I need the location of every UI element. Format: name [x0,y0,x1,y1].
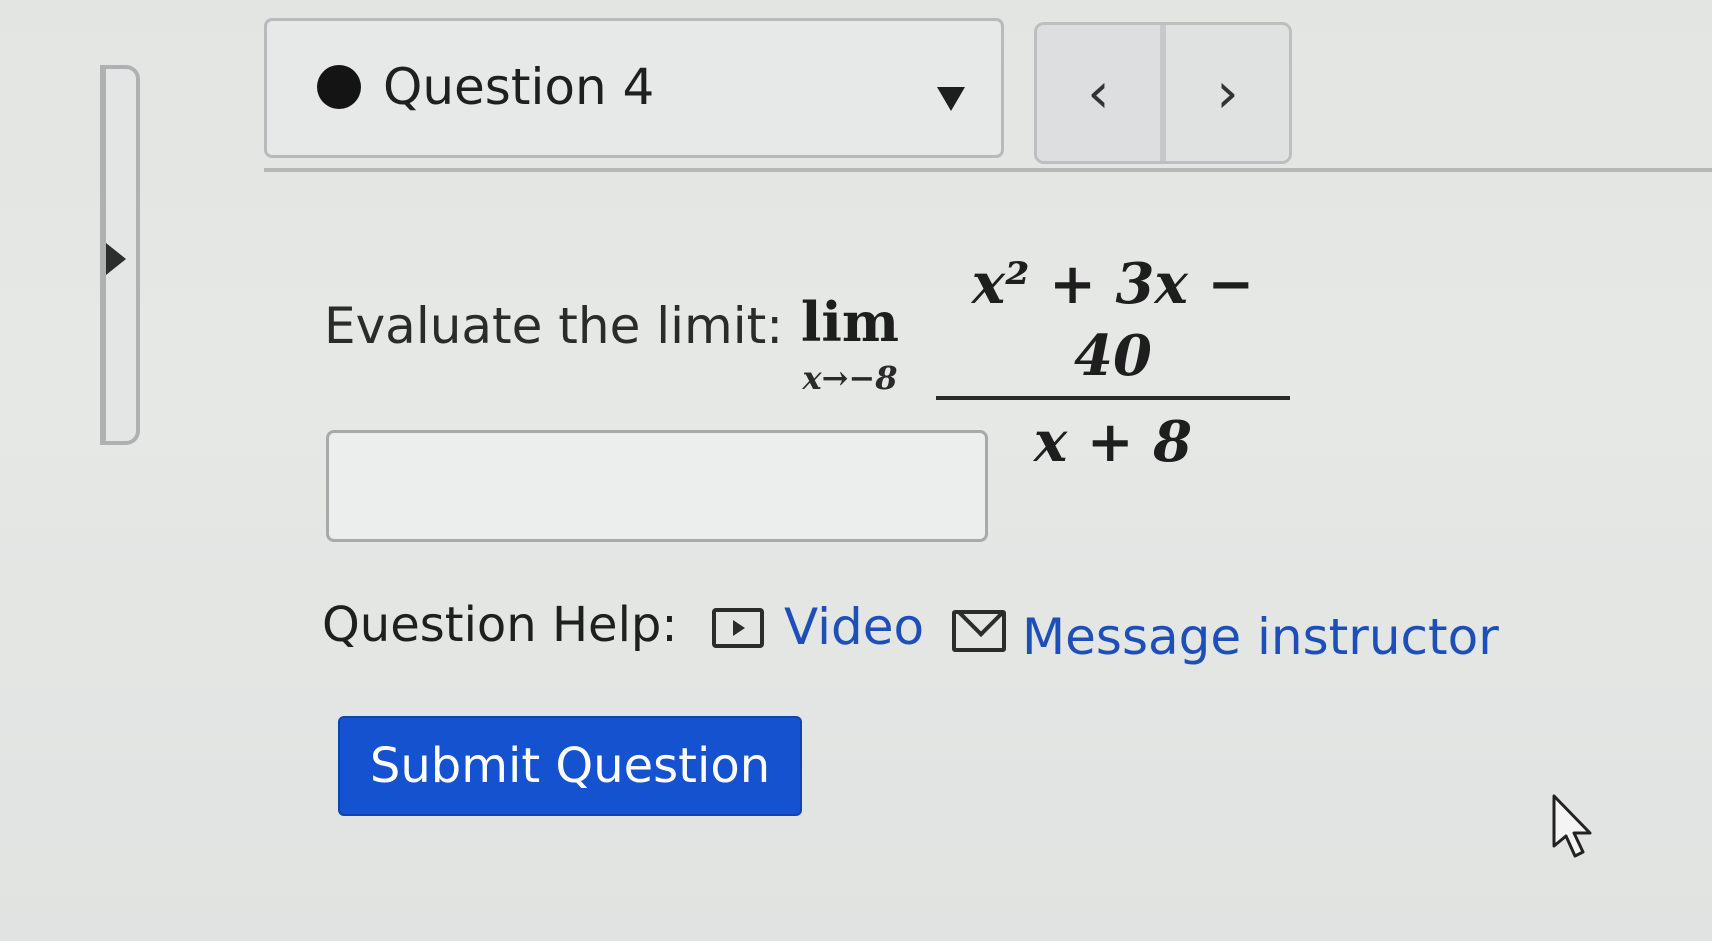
expand-arrow-icon[interactable] [106,243,126,275]
question-prompt: Evaluate the limit: [324,297,784,355]
question-help-label: Question Help: [322,597,678,653]
question-selector-label: Question 4 [383,58,655,116]
lim-word: lim [800,290,900,354]
chevron-right-icon: › [1216,60,1239,126]
question-selector-dropdown[interactable]: Question 4 [264,18,1004,158]
cursor-icon [1552,794,1592,858]
previous-question-button[interactable]: ‹ [1037,25,1160,161]
answer-input[interactable] [326,430,988,542]
limit-fraction: x² + 3x − 40 x + 8 [936,248,1290,478]
video-icon[interactable] [712,608,764,648]
limit-operator: lim x→−8 [780,292,920,398]
mail-icon[interactable] [952,610,1006,652]
video-link[interactable]: Video [784,598,924,656]
dropdown-caret-icon[interactable] [937,87,965,111]
lim-subscript: x→−8 [802,359,898,397]
fraction-denominator: x + 8 [1033,409,1193,475]
message-instructor-link[interactable]: Message instructor [1022,608,1499,666]
submit-question-button[interactable]: Submit Question [338,716,802,816]
fraction-bar [936,396,1290,400]
question-nav-group: ‹ › [1034,22,1292,164]
chevron-left-icon: ‹ [1087,60,1110,126]
next-question-button[interactable]: › [1160,25,1289,161]
status-dot-icon [317,65,361,109]
fraction-numerator: x² + 3x − 40 [971,251,1255,389]
header-divider [264,168,1712,172]
